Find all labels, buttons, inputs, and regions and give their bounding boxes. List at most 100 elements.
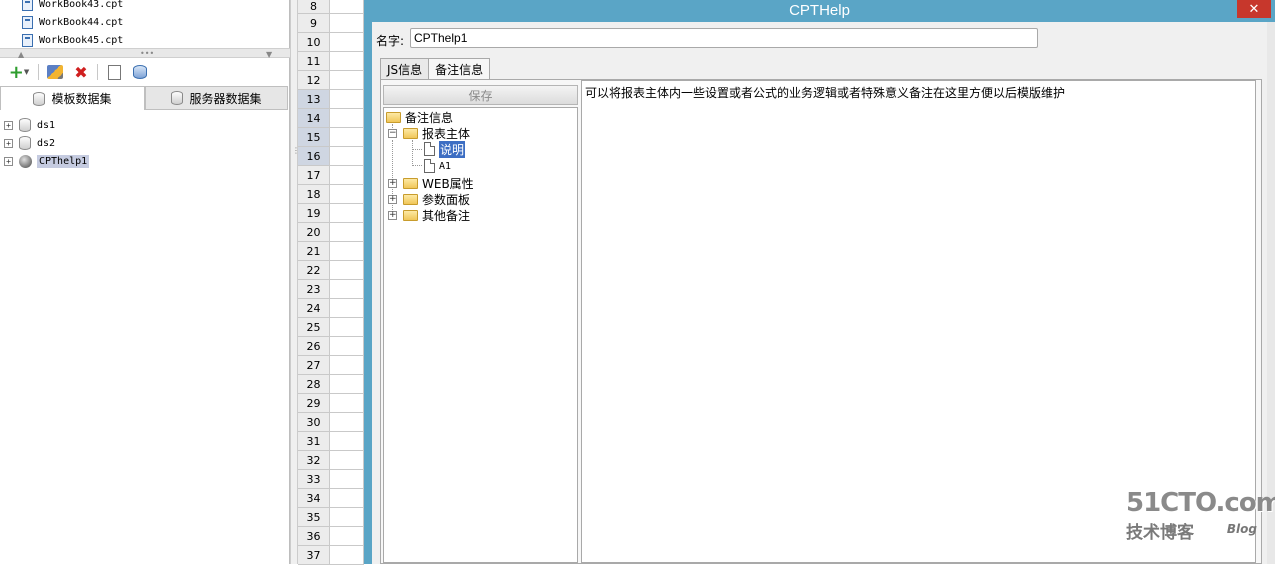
grid-cell[interactable] <box>330 470 364 488</box>
document-icon <box>424 142 435 156</box>
file-item[interactable]: WorkBook45.cpt <box>0 31 290 49</box>
row-header[interactable]: 21 <box>298 242 330 260</box>
row-header[interactable]: 19 <box>298 204 330 222</box>
save-button[interactable]: 保存 <box>383 85 578 105</box>
collapse-up-icon[interactable]: ▲ <box>18 50 24 59</box>
grid-cell[interactable] <box>330 508 364 526</box>
row-header[interactable]: 34 <box>298 489 330 507</box>
row-header[interactable]: 29 <box>298 394 330 412</box>
grid-cell[interactable] <box>330 147 364 165</box>
expand-icon[interactable]: + <box>4 120 13 130</box>
row-header[interactable]: 22 <box>298 261 330 279</box>
tab-js-info[interactable]: JS信息 <box>380 58 430 80</box>
tree-node-parameter-panel[interactable]: + 参数面板 <box>388 191 470 207</box>
row-header[interactable]: 17 <box>298 166 330 184</box>
tree-node-description[interactable]: 说明 <box>424 140 466 158</box>
expand-icon[interactable]: + <box>4 138 13 148</box>
grid-cell[interactable] <box>330 394 364 412</box>
tree-node-notes-root[interactable]: 备注信息 <box>386 109 453 125</box>
add-dataset-button[interactable]: + ▼ <box>6 62 32 83</box>
row-header[interactable]: 32 <box>298 451 330 469</box>
tab-template-datasets[interactable]: 模板数据集 <box>0 86 145 110</box>
row-header[interactable]: 33 <box>298 470 330 488</box>
grid-cell[interactable] <box>330 280 364 298</box>
grid-cell[interactable] <box>330 90 364 108</box>
row-header[interactable]: 23 <box>298 280 330 298</box>
row-header[interactable]: 18 <box>298 185 330 203</box>
dataset-item-ds2[interactable]: + ds2 <box>0 134 290 152</box>
grid-cell[interactable] <box>330 451 364 469</box>
grid-cell[interactable] <box>330 0 364 13</box>
expand-icon[interactable]: + <box>388 194 397 204</box>
expand-icon[interactable]: + <box>4 156 13 166</box>
grid-cell[interactable] <box>330 489 364 507</box>
name-label: 名字: <box>376 34 405 48</box>
grid-cell[interactable] <box>330 223 364 241</box>
expand-icon[interactable]: + <box>388 210 397 220</box>
tab-notes[interactable]: 备注信息 <box>428 58 491 80</box>
panel-splitter[interactable]: ▲ ••• ▼ <box>0 48 290 59</box>
grid-cell[interactable] <box>330 546 364 564</box>
row-header[interactable]: 35 <box>298 508 330 526</box>
grid-cell[interactable] <box>330 527 364 545</box>
grid-cell[interactable] <box>330 185 364 203</box>
row-header[interactable]: 36 <box>298 527 330 545</box>
connect-dataset-button[interactable] <box>130 62 150 82</box>
row-header[interactable]: 25 <box>298 318 330 336</box>
row-header[interactable]: 13 <box>298 90 330 108</box>
tree-node-other-notes[interactable]: + 其他备注 <box>388 207 470 223</box>
tab-server-datasets[interactable]: 服务器数据集 <box>145 86 288 110</box>
grid-cell[interactable] <box>330 128 364 146</box>
grid-cell[interactable] <box>330 166 364 184</box>
row-header[interactable]: 31 <box>298 432 330 450</box>
tree-node-report-body[interactable]: − 报表主体 <box>388 125 470 141</box>
grid-cell[interactable] <box>330 299 364 317</box>
grid-cell[interactable] <box>330 14 364 32</box>
tree-node-a1[interactable]: A1 <box>424 158 451 174</box>
close-button[interactable]: ✕ <box>1237 0 1271 18</box>
dataset-item-cpthelp1[interactable]: + CPThelp1 <box>0 152 290 170</box>
row-header[interactable]: 11 <box>298 52 330 70</box>
splitter-grip[interactable]: ••• <box>140 49 154 58</box>
scrollbar[interactable] <box>1267 22 1275 564</box>
row-header[interactable]: 24 <box>298 299 330 317</box>
file-item[interactable]: WorkBook44.cpt <box>0 13 290 31</box>
expand-icon[interactable]: + <box>388 178 397 188</box>
grid-cell[interactable] <box>330 375 364 393</box>
file-item[interactable]: WorkBook43.cpt <box>0 0 290 13</box>
grid-cell[interactable] <box>330 318 364 336</box>
row-header[interactable]: 8 <box>298 0 330 13</box>
row-header[interactable]: 30 <box>298 413 330 431</box>
row-header[interactable]: 16 <box>298 147 330 165</box>
row-header[interactable]: 28 <box>298 375 330 393</box>
grid-cell[interactable] <box>330 432 364 450</box>
collapse-down-icon[interactable]: ▼ <box>266 50 272 59</box>
name-field[interactable]: CPThelp1 <box>410 28 1038 48</box>
grid-cell[interactable] <box>330 52 364 70</box>
collapse-icon[interactable]: − <box>388 128 397 138</box>
grid-cell[interactable] <box>330 242 364 260</box>
row-header[interactable]: 14 <box>298 109 330 127</box>
row-header[interactable]: 27 <box>298 356 330 374</box>
dataset-item-ds1[interactable]: + ds1 <box>0 116 290 134</box>
grid-cell[interactable] <box>330 413 364 431</box>
vertical-splitter[interactable]: ⋮ <box>290 0 300 564</box>
delete-dataset-button[interactable]: ✖ <box>71 62 91 82</box>
row-header[interactable]: 12 <box>298 71 330 89</box>
grid-cell[interactable] <box>330 337 364 355</box>
preview-dataset-button[interactable] <box>104 62 124 82</box>
grid-cell[interactable] <box>330 109 364 127</box>
row-header[interactable]: 15 <box>298 128 330 146</box>
row-header[interactable]: 37 <box>298 546 330 564</box>
grid-cell[interactable] <box>330 71 364 89</box>
row-header[interactable]: 20 <box>298 223 330 241</box>
tree-node-web-attributes[interactable]: + WEB属性 <box>388 175 474 191</box>
row-header[interactable]: 10 <box>298 33 330 51</box>
edit-dataset-button[interactable] <box>45 62 65 82</box>
grid-cell[interactable] <box>330 261 364 279</box>
row-header[interactable]: 26 <box>298 337 330 355</box>
grid-cell[interactable] <box>330 204 364 222</box>
row-header[interactable]: 9 <box>298 14 330 32</box>
grid-cell[interactable] <box>330 33 364 51</box>
grid-cell[interactable] <box>330 356 364 374</box>
